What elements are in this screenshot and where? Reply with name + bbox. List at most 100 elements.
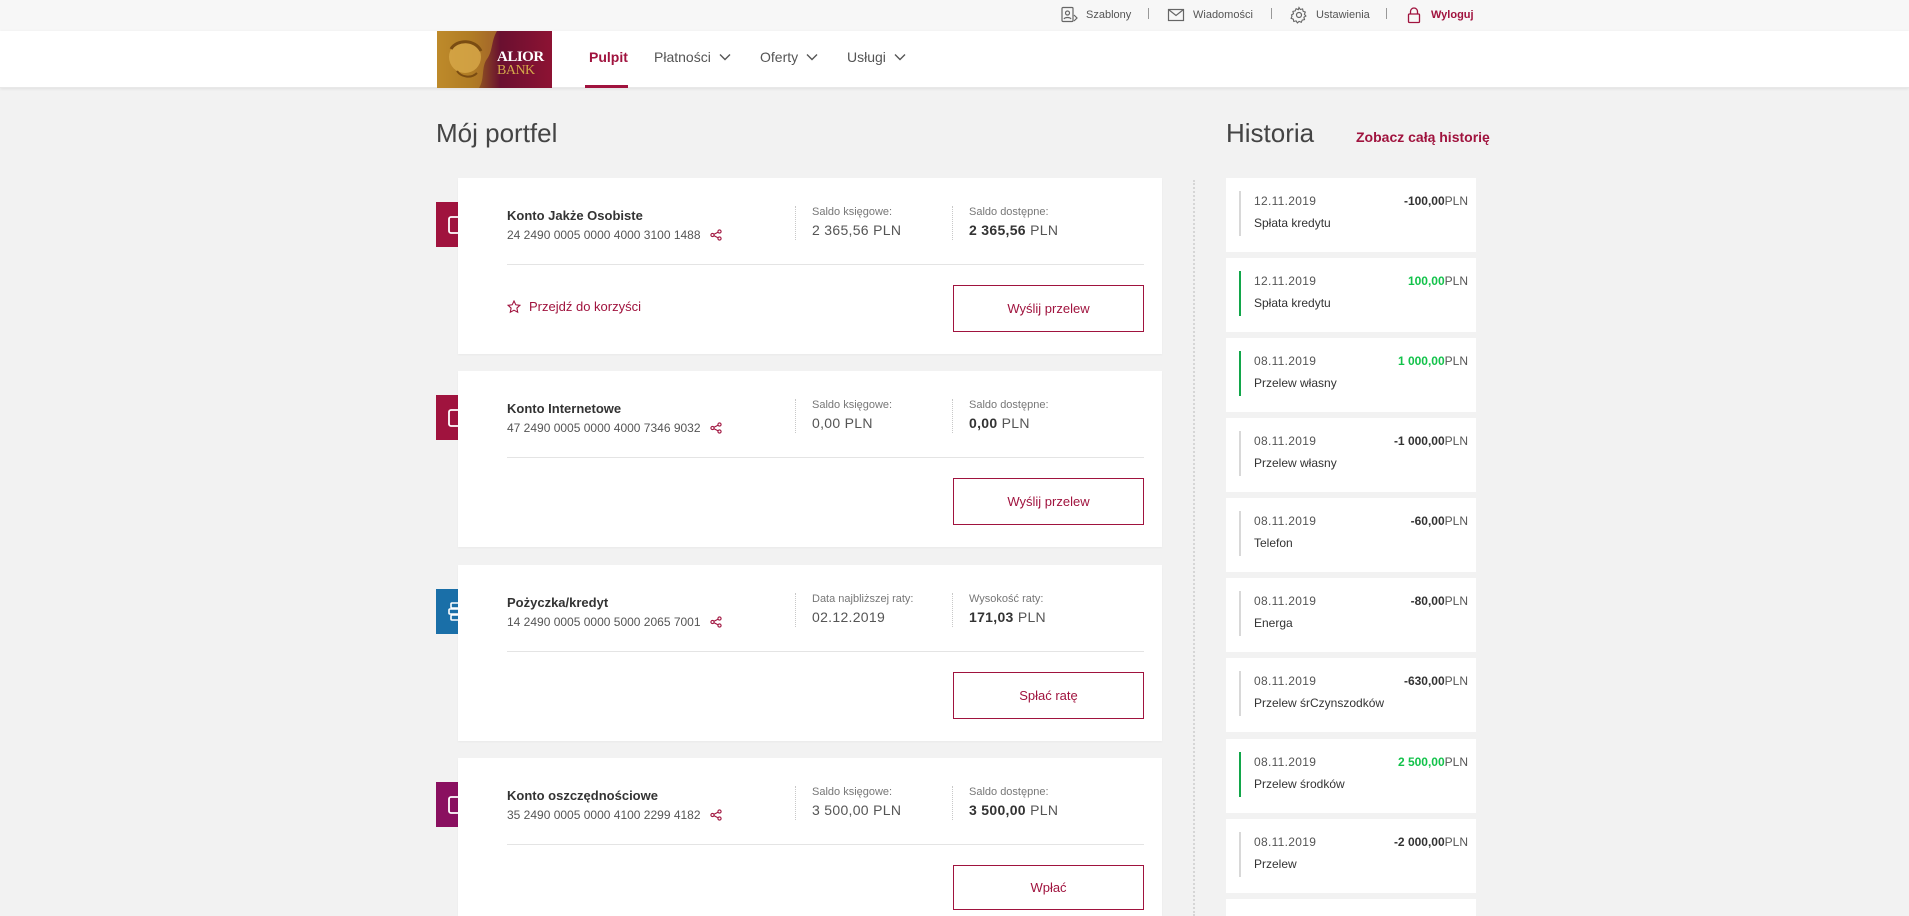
available-balance-value: 2 365,56 PLN [969,222,1059,238]
logout-link[interactable]: Wyloguj [1405,6,1474,24]
separator [1148,8,1149,19]
history-date: 08.11.2019 [1254,594,1317,608]
view-all-history-link[interactable]: Zobacz całą historię [1356,129,1490,145]
history-indicator [1239,351,1241,396]
installment-amount: Wysokość raty: 171,03 PLN [952,593,1046,627]
history-title: Przelew [1254,857,1297,871]
separator [1386,8,1387,19]
nav-offers[interactable]: Oferty [760,49,818,65]
divider [507,264,1144,265]
benefits-label: Przejdź do korzyści [529,299,641,314]
available-balance-label: Saldo dostępne: [969,786,1049,798]
book-balance: Saldo księgowe: 3 500,00 PLN [795,786,901,820]
book-balance-value: 3 500,00 PLN [812,802,902,818]
account-number: 14 2490 0005 0000 5000 2065 7001 [507,615,722,629]
account-number-value: 47 2490 0005 0000 4000 7346 9032 [507,421,701,435]
book-balance: Saldo księgowe: 0,00 PLN [795,399,892,433]
history-indicator [1239,191,1241,236]
history-item[interactable]: 08.11.2019 Telefon -60,00PLN [1226,498,1476,572]
nav-home[interactable]: Pulpit [589,49,628,65]
history-date: 08.11.2019 [1254,434,1317,448]
history-item[interactable]: 08.11.2019 Przelew własny 1 000,00PLN [1226,338,1476,412]
settings-link[interactable]: Ustawienia [1290,6,1370,24]
gear-icon [1290,6,1307,24]
send-transfer-button[interactable]: Wyślij przelew [953,478,1144,525]
account-number-value: 24 2490 0005 0000 4000 3100 1488 [507,228,701,242]
alior-bank-logo[interactable]: ALIOR BANK [437,31,552,88]
account-number-value: 35 2490 0005 0000 4100 2299 4182 [507,808,701,822]
account-name: Konto Jakże Osobiste [507,208,643,223]
logout-label: Wyloguj [1431,9,1474,21]
available-balance-label: Saldo dostępne: [969,206,1049,218]
account-number: 35 2490 0005 0000 4100 2299 4182 [507,808,722,822]
templates-icon [1061,6,1078,23]
account-number-value: 14 2490 0005 0000 5000 2065 7001 [507,615,701,629]
chevron-down-icon [719,54,731,61]
send-transfer-button[interactable]: Wyślij przelew [953,285,1144,332]
book-balance-value: 0,00 PLN [812,415,873,431]
share-icon[interactable] [709,809,722,821]
divider [507,651,1144,652]
loan-card: Pożyczka/kredyt 14 2490 0005 0000 5000 2… [458,565,1162,741]
nav-services[interactable]: Usługi [847,49,906,65]
book-balance: Saldo księgowe: 2 365,56 PLN [795,206,901,240]
history-amount: -2 000,00PLN [1393,835,1468,849]
nav-payments[interactable]: Płatności [654,49,731,65]
history-amount: 1 000,00PLN [1397,354,1468,368]
history-indicator [1239,671,1241,716]
templates-link[interactable]: Szablony [1060,6,1131,24]
book-balance-value: 2 365,56 PLN [812,222,902,238]
history-date: 08.11.2019 [1254,755,1317,769]
history-title: Spłata kredytu [1254,216,1331,230]
history-item[interactable]: 08.11.2019 Przelew środków 2 500,00PLN [1226,739,1476,813]
column-divider [1193,180,1195,916]
nav-home-label: Pulpit [589,49,628,65]
history-item[interactable]: 08.11.2019 Przelew -2 000,00PLN [1226,819,1476,893]
history-item[interactable]: 12.11.2019 Spłata kredytu 100,00PLN [1226,258,1476,332]
history-title: Energa [1254,616,1293,630]
available-balance: Saldo dostępne: 0,00 PLN [952,399,1049,433]
history-date: 12.11.2019 [1254,194,1317,208]
available-balance-label: Saldo dostępne: [969,399,1049,411]
nav-services-label: Usługi [847,49,886,65]
history-amount: -100,00PLN [1403,194,1468,208]
pay-installment-button[interactable]: Spłać ratę [953,672,1144,719]
installment-amount-label: Wysokość raty: [969,593,1044,605]
history-date: 08.11.2019 [1254,835,1317,849]
share-icon[interactable] [709,422,722,434]
history-title: Spłata kredytu [1254,296,1331,310]
history-item[interactable]: 08.11.2019 Przelew własny -1 000,00PLN [1226,418,1476,492]
history-title: Przelew własny [1254,376,1337,390]
chevron-down-icon [894,54,906,61]
share-icon[interactable] [709,229,722,241]
history-title: Przelew środków [1254,777,1345,791]
share-icon[interactable] [709,616,722,628]
logo-text: ALIOR BANK [497,50,544,78]
account-name: Pożyczka/kredyt [507,595,609,610]
benefits-link[interactable]: Przejdź do korzyści [507,299,641,314]
history-title: Historia [1226,118,1315,148]
book-balance-label: Saldo księgowe: [812,399,893,411]
available-balance-value: 3 500,00 PLN [969,802,1059,818]
messages-link[interactable]: Wiadomości [1167,6,1253,24]
history-amount: -60,00PLN [1410,514,1468,528]
installment-amount-value: 171,03 PLN [969,609,1046,625]
main-navigation: ALIOR BANK Pulpit Płatności Oferty Usług… [0,31,1909,88]
messages-label: Wiadomości [1193,9,1253,21]
star-icon [507,299,521,313]
account-name: Konto oszczędnościowe [507,788,658,803]
history-item[interactable]: 08.11.2019 Przelew śrCzynszodków -630,00… [1226,658,1476,732]
history-title: Przelew śrCzynszodków [1254,696,1385,710]
separator [1271,8,1272,19]
deposit-button[interactable]: Wpłać [953,865,1144,910]
history-item[interactable]: 12.11.2019 Spłata kredytu -100,00PLN [1226,178,1476,252]
next-installment-date: Data najbliższej raty: 02.12.2019 [795,593,914,627]
history-item[interactable] [1226,899,1476,916]
padlock-icon [1407,7,1421,24]
history-item[interactable]: 08.11.2019 Energa -80,00PLN [1226,578,1476,652]
chevron-down-icon [806,54,818,61]
utility-bar: Szablony Wiadomości Ustawienia Wyloguj [0,0,1909,31]
history-indicator [1239,511,1241,556]
available-balance-value: 0,00 PLN [969,415,1030,431]
envelope-icon [1167,8,1185,22]
